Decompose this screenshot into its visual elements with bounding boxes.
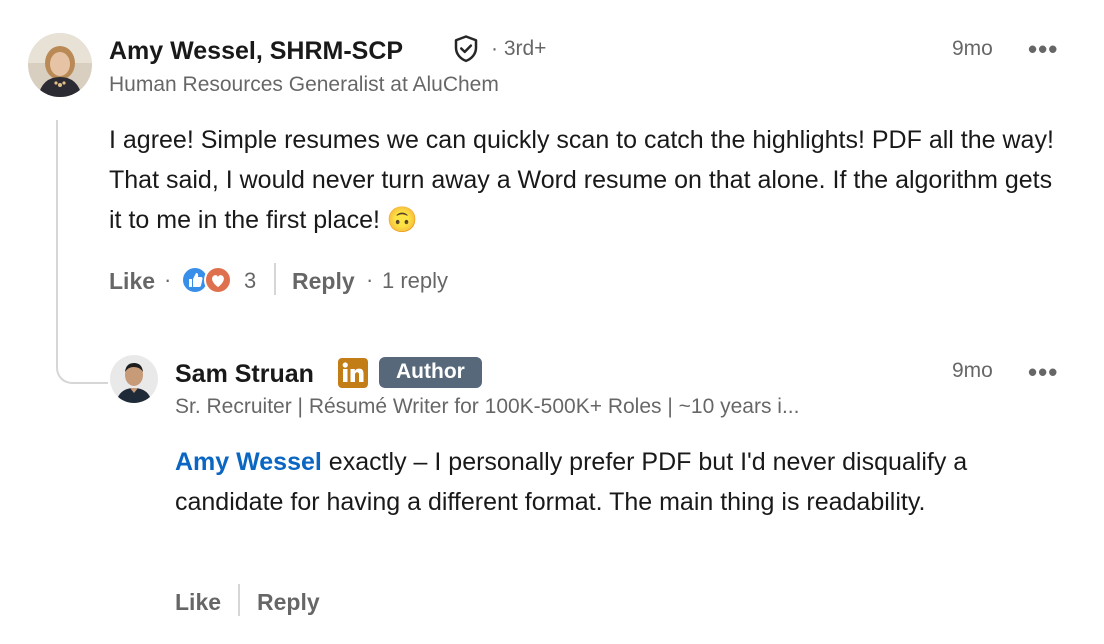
commenter-name[interactable]: Amy Wessel, SHRM-SCP (109, 37, 403, 66)
separator-dot: · (164, 267, 172, 292)
reactions-icons[interactable] (180, 264, 236, 296)
replier-avatar[interactable] (110, 355, 158, 403)
commenter-headline: Human Resources Generalist at AluChem (109, 73, 499, 96)
like-button[interactable]: Like (175, 589, 221, 616)
more-options-icon[interactable]: ••• (1028, 36, 1058, 62)
separator-dot: · (366, 267, 374, 292)
action-divider (274, 263, 276, 295)
commenter-avatar[interactable] (28, 33, 92, 97)
comment-timestamp: 9mo (952, 37, 993, 60)
like-button[interactable]: Like (109, 268, 155, 295)
reply-button[interactable]: Reply (257, 589, 320, 616)
comment-text: I agree! Simple resumes we can quickly s… (109, 126, 1054, 234)
reaction-count[interactable]: 3 (244, 268, 256, 294)
connection-degree: · 3rd+ (491, 37, 547, 60)
reply-text: Amy Wessel exactly – I personally prefer… (175, 442, 1075, 522)
reply-timestamp: 9mo (952, 359, 993, 382)
action-divider (238, 584, 240, 616)
replier-headline: Sr. Recruiter | Résumé Writer for 100K-5… (175, 395, 800, 418)
mention-link[interactable]: Amy Wessel (175, 448, 322, 476)
reply-count-link[interactable]: 1 reply (382, 268, 448, 294)
author-badge: Author (379, 357, 482, 388)
reply-button[interactable]: Reply (292, 268, 355, 295)
replier-name[interactable]: Sam Struan (175, 360, 314, 389)
shield-check-icon (451, 34, 481, 64)
more-options-icon[interactable]: ••• (1028, 359, 1058, 385)
linkedin-in-icon (338, 358, 368, 388)
thread-line (56, 120, 108, 384)
